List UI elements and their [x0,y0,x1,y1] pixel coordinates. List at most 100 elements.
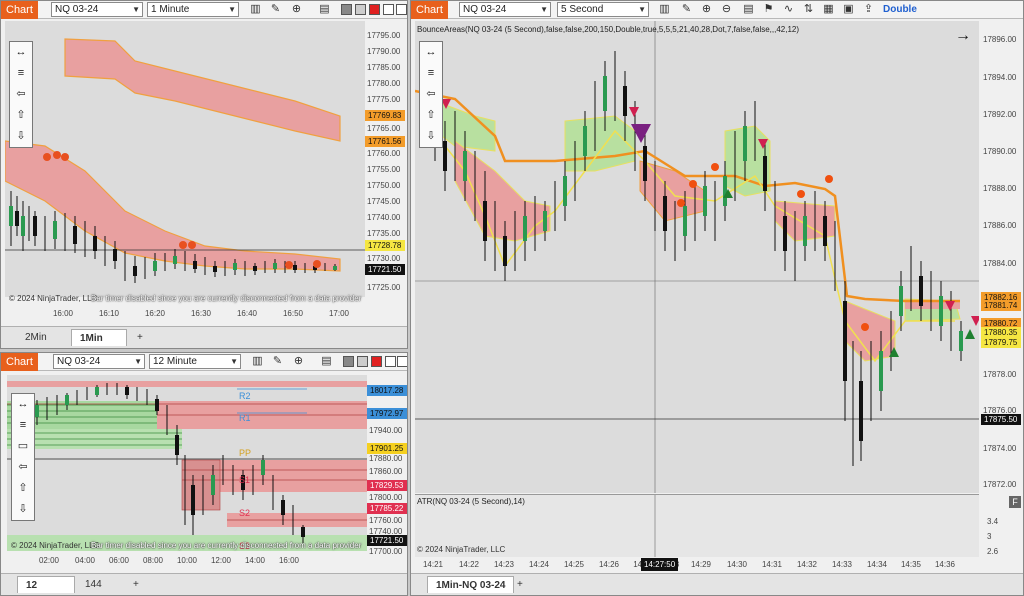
time-label: 14:31 [761,560,783,569]
arrow-right-icon[interactable]: → [955,27,971,45]
back-arrow-icon[interactable]: ⇦ [420,84,442,105]
trade-icon[interactable]: ⇅ [801,2,816,17]
interval-select[interactable]: 5 Second ▼ [557,2,649,17]
bar-chart-icon[interactable]: ▥ [248,2,263,17]
double-label[interactable]: Double [883,4,917,15]
f-button[interactable]: F [1009,496,1021,508]
resize-icon[interactable]: ↔ [12,394,34,415]
price-label: 17700.00 [369,547,403,556]
chart-toolbar: Chart NQ 03-24 ▼ 1 Minute ▼ ▥ ✎ ⊕ ▤ [1,1,407,19]
chart-label[interactable]: Chart [1,353,38,371]
down-arrow-icon[interactable]: ⇩ [12,499,34,520]
tab-12[interactable]: 12 [17,576,75,593]
draw-tools-icon[interactable]: ✎ [679,2,694,17]
restore-button[interactable] [357,356,368,367]
price-label: 17785.00 [367,63,401,72]
atr-axis[interactable]: F 3.4 3 2.6 [981,494,1023,557]
share-icon[interactable]: ⇪ [861,2,876,17]
add-tab-button[interactable]: + [129,329,151,346]
resize-icon[interactable]: ↔ [10,42,32,63]
menu-icon[interactable]: ≡ [10,63,32,84]
properties-icon[interactable]: ▤ [319,354,334,369]
bar-chart-icon[interactable]: ▥ [250,354,265,369]
down-arrow-icon[interactable]: ⇩ [10,126,32,147]
add-tab-button[interactable]: + [125,576,147,593]
tab-2min[interactable]: 2Min [17,329,55,346]
instrument-select[interactable]: NQ 03-24 ▼ [51,2,143,17]
zoom-out-icon[interactable]: ⊖ [719,2,734,17]
menu-icon[interactable]: ≡ [12,415,34,436]
time-axis[interactable]: 02:00 04:00 06:00 08:00 10:00 12:00 14:0… [7,551,367,573]
chart-label[interactable]: Chart [1,1,38,19]
close-button[interactable] [371,356,382,367]
price-plot[interactable]: BounceAreas(NQ 03-24 (5 Second),false,fa… [415,21,979,493]
instrument-select[interactable]: NQ 03-24 ▼ [459,2,551,17]
restore-button[interactable] [355,4,366,15]
cursor-time-flag: 14:27:50 [641,558,679,571]
properties-icon[interactable]: ▤ [317,2,332,17]
interval-select[interactable]: 1 Minute ▼ [147,2,239,17]
up-arrow-icon[interactable]: ⇧ [12,478,34,499]
window-button-1[interactable] [383,4,394,15]
tab-1min[interactable]: 1Min [71,329,127,346]
minimize-button[interactable] [343,356,354,367]
price-label: 17874.00 [983,444,1017,453]
price-axis[interactable]: 18017.28 17972.97 17940.00 17901.25 1788… [367,375,407,556]
price-label: 17780.00 [367,79,401,88]
rectangle-icon[interactable]: ▭ [12,436,34,457]
price-label: 17740.00 [367,213,401,222]
drawing-toolbar[interactable]: ↔ ≡ ▭ ⇦ ⇧ ⇩ [11,393,35,521]
resize-icon[interactable]: ↔ [420,42,442,63]
atr-panel[interactable]: ATR(NQ 03-24 (5 Second),14) © 2024 Ninja… [415,494,979,557]
price-axis[interactable]: 17795.00 17790.00 17785.00 17780.00 1777… [365,21,407,297]
price-plot[interactable] [5,21,365,297]
back-arrow-icon[interactable]: ⇦ [10,84,32,105]
indicator-label[interactable]: BounceAreas(NQ 03-24 (5 Second),false,fa… [417,25,799,34]
minimize-button[interactable] [341,4,352,15]
level-label-r1: R1 [239,413,251,423]
copyright: © 2024 NinjaTrader, LLC [11,541,100,550]
price-label: 17755.00 [367,165,401,174]
up-arrow-icon[interactable]: ⇧ [420,105,442,126]
zoom-in-icon[interactable]: ⊕ [699,2,714,17]
add-tab-button[interactable]: + [509,576,531,593]
chart-label[interactable]: Chart [411,1,448,19]
indicator-icon[interactable]: ∿ [781,2,796,17]
tab-1min-nq[interactable]: 1Min-NQ 03-24 [427,576,515,593]
templates-icon[interactable]: ▣ [841,2,856,17]
price-axis[interactable]: 17896.00 17894.00 17892.00 17890.00 1788… [981,21,1023,493]
time-label: 14:36 [934,560,956,569]
zoom-icon[interactable]: ⊕ [291,354,306,369]
down-arrow-icon[interactable]: ⇩ [420,126,442,147]
instrument-select[interactable]: NQ 03-24 ▼ [53,354,145,369]
window-button-2[interactable] [397,356,407,367]
drawing-toolbar[interactable]: ↔ ≡ ⇦ ⇧ ⇩ [419,41,443,148]
tab-144[interactable]: 144 [77,576,110,593]
time-label: 14:22 [458,560,480,569]
time-label: 16:50 [282,309,304,318]
price-label: 17872.00 [983,480,1017,489]
window-button-1[interactable] [385,356,396,367]
window-button-2[interactable] [396,4,407,15]
price-label: 17750.00 [367,181,401,190]
zoom-icon[interactable]: ⊕ [289,2,304,17]
last-price-flag: 17721.50 [367,535,407,546]
interval-select[interactable]: 12 Minute ▼ [149,354,241,369]
back-arrow-icon[interactable]: ⇦ [12,457,34,478]
drawing-toolbar[interactable]: ↔ ≡ ⇦ ⇧ ⇩ [9,41,33,148]
price-plot[interactable]: R2 R1 PP S1 S2 S3 [7,375,367,551]
price-label: 17760.00 [367,149,401,158]
price-label: 17888.00 [983,184,1017,193]
data-box-icon[interactable]: ▦ [821,2,836,17]
bar-chart-icon[interactable]: ▥ [657,2,672,17]
time-label: 06:00 [108,556,130,565]
draw-tools-icon[interactable]: ✎ [268,2,283,17]
draw-tools-icon[interactable]: ✎ [270,354,285,369]
strategy-icon[interactable]: ⚑ [761,2,776,17]
close-button[interactable] [369,4,380,15]
price-flag-yellow: 17879.75 [981,337,1021,348]
properties-icon[interactable]: ▤ [741,2,756,17]
up-arrow-icon[interactable]: ⇧ [10,105,32,126]
menu-icon[interactable]: ≡ [420,63,442,84]
price-label: 17892.00 [983,110,1017,119]
